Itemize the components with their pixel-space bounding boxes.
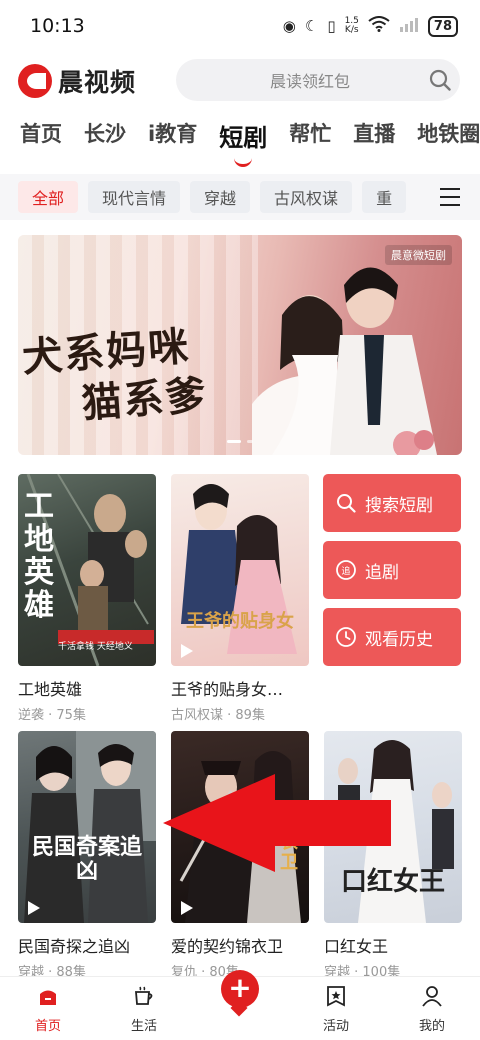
tab-mine[interactable]: 我的 <box>384 977 480 1040</box>
brand-name: 晨视频 <box>58 68 137 97</box>
filter-time-travel[interactable]: 穿越 <box>190 181 251 213</box>
poster-title-text: 口红女王 <box>340 867 445 898</box>
banner-title: 犬系妈咪 猫系爹 <box>20 322 210 428</box>
left-arrow-icon <box>163 774 391 872</box>
card-meta: 逆袭 · 75集 <box>18 708 86 723</box>
category-filter-bar: 全部 现代言情 穿越 古风权谋 重 <box>0 174 480 220</box>
status-time: 10:13 <box>30 15 85 37</box>
tab-life[interactable]: 生活 <box>96 977 192 1040</box>
category-menu-icon[interactable] <box>420 174 480 220</box>
poster-image: 民国奇案追凶 <box>18 731 156 923</box>
banner-couple-image <box>252 267 437 455</box>
nav-tab-education[interactable]: i教育 <box>148 118 197 148</box>
poster-title-text: 民国奇案追凶 <box>31 833 142 884</box>
tab-life-label: 生活 <box>130 1019 157 1034</box>
tab-home-label: 首页 <box>34 1019 61 1034</box>
nav-tab-help[interactable]: 帮忙 <box>289 118 331 148</box>
card-title: 口红女王 <box>324 937 389 956</box>
follow-drama-button[interactable]: 追 追剧 <box>323 541 461 599</box>
tab-mine-label: 我的 <box>418 1019 445 1034</box>
main-nav: 首页 长沙 i教育 短剧 帮忙 直播 地铁圈 <box>0 118 480 168</box>
play-icon <box>181 901 193 915</box>
card-title: 王爷的贴身女… <box>171 680 284 699</box>
card-title: 工地英雄 <box>18 680 83 699</box>
watch-history-label: 观看历史 <box>365 629 433 650</box>
poster-tagline: 千活拿钱 天经地义 <box>58 642 133 652</box>
nav-tab-short-drama[interactable]: 短剧 <box>219 118 267 167</box>
filter-all[interactable]: 全部 <box>18 181 79 213</box>
search-icon <box>335 492 357 514</box>
status-icons: ◉ ☾ ▯ 1.5 K/s 78 <box>282 15 458 37</box>
banner-pagination <box>18 440 462 443</box>
svg-text:追: 追 <box>341 565 350 577</box>
card-meta: 古风权谋 · 89集 <box>171 708 265 723</box>
search-input[interactable]: 晨读领红包 <box>176 59 460 101</box>
nav-tab-live[interactable]: 直播 <box>353 118 395 148</box>
profile-icon <box>419 983 445 1009</box>
app-logo: 晨视频 <box>18 63 136 99</box>
play-icon <box>181 644 193 658</box>
activity-star-icon <box>323 983 349 1009</box>
moon-icon: ☾ <box>304 17 319 35</box>
poster-image: 工地英雄 千活拿钱 天经地义 <box>18 474 156 666</box>
filter-ancient-intrigue[interactable]: 古风权谋 <box>260 181 353 213</box>
poster-title-text: 王爷的贴身女 <box>186 611 294 633</box>
search-icon[interactable] <box>420 69 460 91</box>
banner-brand-tag: 晨意微短剧 <box>385 245 452 265</box>
drama-card-1[interactable]: 王爷的贴身女 王爷的贴身女… 古风权谋 · 89集 <box>171 474 309 723</box>
poster-title-text: 工地英雄 <box>24 489 54 623</box>
hero-banner[interactable]: 犬系妈咪 猫系爹 晨意微短剧 <box>18 235 462 455</box>
filter-modern-romance[interactable]: 现代言情 <box>88 181 181 213</box>
card-title: 爱的契约锦衣卫 <box>171 937 284 956</box>
filter-rebirth[interactable]: 重 <box>362 181 407 213</box>
search-drama-button[interactable]: 搜索短剧 <box>323 474 461 532</box>
tab-activity[interactable]: 活动 <box>288 977 384 1040</box>
home-icon <box>35 983 61 1009</box>
status-bar: 10:13 ◉ ☾ ▯ 1.5 K/s 78 <box>0 0 480 52</box>
hd-icon: ◉ <box>282 17 296 35</box>
clock-icon <box>335 626 357 648</box>
search-drama-label: 搜索短剧 <box>365 495 433 516</box>
wifi-icon <box>368 16 390 36</box>
tab-activity-label: 活动 <box>322 1019 349 1034</box>
drama-card-0[interactable]: 工地英雄 千活拿钱 天经地义 工地英雄 逆袭 · 75集 <box>18 474 156 723</box>
play-icon <box>28 901 40 915</box>
card-title: 民国奇探之追凶 <box>18 937 131 956</box>
vibrate-icon: ▯ <box>327 17 336 35</box>
nav-tab-metro[interactable]: 地铁圈 <box>417 118 480 148</box>
drama-card-2[interactable]: 民国奇案追凶 民国奇探之追凶 穿越 · 88集 <box>18 731 156 980</box>
tab-home[interactable]: 首页 <box>0 977 96 1040</box>
logo-mark-icon <box>18 64 52 98</box>
signal-icon <box>399 16 419 36</box>
publish-plus-button[interactable]: + <box>221 970 259 1008</box>
header: 晨视频 晨读领红包 <box>0 55 480 107</box>
network-speed: 1.5 K/s <box>344 16 359 35</box>
coffee-cup-icon <box>131 983 157 1009</box>
nav-tab-changsha[interactable]: 长沙 <box>84 118 126 148</box>
poster-image: 王爷的贴身女 <box>171 474 309 666</box>
search-placeholder: 晨读领红包 <box>269 72 350 91</box>
follow-icon: 追 <box>335 559 357 581</box>
follow-drama-label: 追剧 <box>365 562 399 583</box>
battery-icon: 78 <box>427 15 458 37</box>
watch-history-button[interactable]: 观看历史 <box>323 608 461 666</box>
nav-tab-home[interactable]: 首页 <box>20 118 62 148</box>
